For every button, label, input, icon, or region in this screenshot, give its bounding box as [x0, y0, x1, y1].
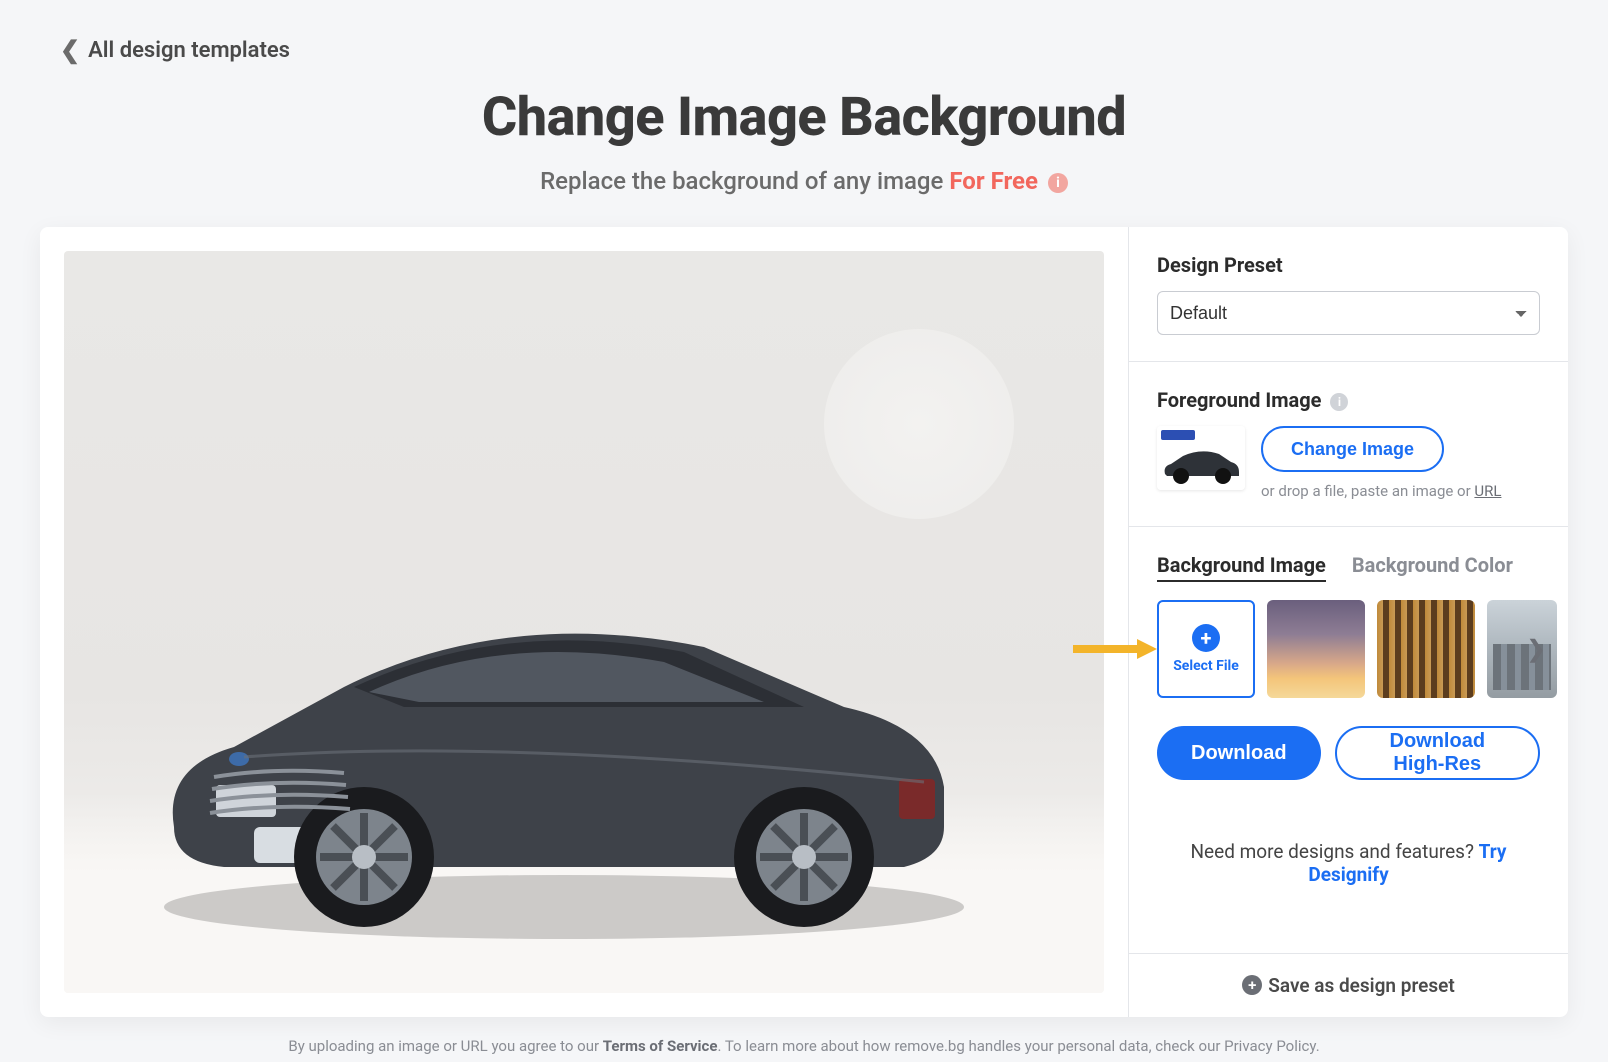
- sun-shape: [824, 329, 1014, 519]
- info-icon[interactable]: i: [1330, 393, 1348, 411]
- plus-icon: +: [1242, 975, 1262, 995]
- select-file-tile[interactable]: + Select File: [1157, 600, 1255, 698]
- page-title: Change Image Background: [0, 86, 1608, 149]
- foreground-label: Foreground Image i: [1157, 388, 1540, 412]
- bg-tile-sunset[interactable]: [1267, 600, 1365, 698]
- save-preset-button[interactable]: + Save as design preset: [1129, 953, 1568, 1017]
- car-image: [104, 527, 984, 947]
- tos-link[interactable]: Terms of Service: [603, 1037, 718, 1055]
- preset-select[interactable]: Default: [1157, 291, 1540, 335]
- foreground-thumb[interactable]: [1157, 426, 1245, 490]
- promo-text: Need more designs and features? Try Desi…: [1157, 840, 1540, 886]
- foreground-section: Foreground Image i Change Image: [1129, 362, 1568, 527]
- plus-icon: +: [1192, 624, 1220, 652]
- save-preset-label: Save as design preset: [1268, 974, 1454, 997]
- download-button[interactable]: Download: [1157, 726, 1321, 780]
- url-link[interactable]: URL: [1474, 482, 1501, 500]
- background-section: Background Image Background Color + Sele…: [1129, 527, 1568, 912]
- tab-background-color[interactable]: Background Color: [1352, 553, 1513, 582]
- bg-tile-pattern[interactable]: [1377, 600, 1475, 698]
- info-icon[interactable]: i: [1048, 173, 1068, 193]
- chevron-left-icon: ❮: [60, 36, 80, 64]
- footer-legal: By uploading an image or URL you agree t…: [0, 1037, 1608, 1055]
- breadcrumb[interactable]: ❮ All design templates: [0, 0, 1608, 64]
- background-row: + Select File ❯: [1157, 600, 1540, 698]
- select-file-label: Select File: [1173, 658, 1239, 674]
- canvas-pane: [40, 227, 1128, 1017]
- canvas[interactable]: [64, 251, 1104, 993]
- page-subtitle-free: For Free: [949, 167, 1038, 195]
- breadcrumb-label: All design templates: [88, 38, 290, 63]
- drop-hint: or drop a file, paste an image or URL: [1261, 482, 1540, 500]
- preset-section: Design Preset Default: [1129, 227, 1568, 362]
- page-subtitle: Replace the background of any image For …: [0, 167, 1608, 195]
- editor: Design Preset Default Foreground Image i: [40, 227, 1568, 1017]
- preset-label: Design Preset: [1157, 253, 1540, 277]
- chevron-right-icon[interactable]: ❯: [1522, 635, 1550, 663]
- change-image-button[interactable]: Change Image: [1261, 426, 1444, 472]
- download-hires-button[interactable]: Download High-Res: [1335, 726, 1540, 780]
- page-subtitle-lead: Replace the background of any image: [540, 167, 943, 195]
- tab-background-image[interactable]: Background Image: [1157, 553, 1326, 582]
- side-panel: Design Preset Default Foreground Image i: [1128, 227, 1568, 1017]
- background-tabs: Background Image Background Color: [1157, 553, 1540, 582]
